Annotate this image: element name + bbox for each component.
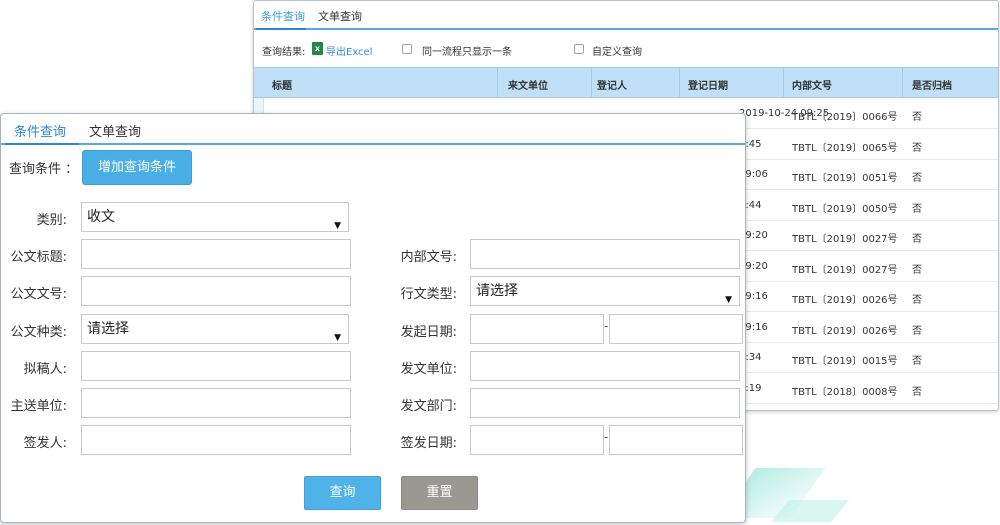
sign-date-from-input[interactable] [470, 425, 604, 455]
active-tab-indicator [256, 28, 306, 30]
cell-internal-number: TBTL〔2019〕0051号 [792, 173, 898, 184]
dropdown-arrow-icon: ▼ [334, 333, 341, 343]
header-registrar[interactable]: 登记人 [597, 77, 627, 92]
date-separator: - [604, 430, 609, 444]
date-separator: - [604, 319, 609, 333]
cell-archived: 否 [912, 295, 922, 306]
category-select[interactable]: 收文 ▼ [81, 202, 349, 232]
cell-archived: 否 [912, 234, 922, 245]
condition-label: 查询条件 ： [9, 162, 79, 177]
excel-icon[interactable]: x [312, 42, 323, 55]
sign-date-to-input[interactable] [609, 425, 743, 455]
issuing-unit-label: 发文单位: [400, 362, 457, 377]
main-recipient-label: 主送单位: [10, 399, 67, 414]
dropdown-arrow-icon: ▼ [725, 295, 732, 305]
cell-internal-number: TBTL〔2019〕0050号 [792, 203, 898, 215]
issuing-dept-label: 发文部门: [400, 399, 457, 414]
doc-type-value: 请选择 [476, 283, 518, 299]
decorative-shape [770, 500, 850, 522]
start-date-from-input[interactable] [470, 314, 604, 344]
dropdown-arrow-icon: ▼ [334, 221, 341, 231]
cell-internal-number: TBTL〔2019〕0026号 [792, 295, 898, 306]
cell-archived: 否 [912, 142, 922, 154]
search-tab-bar: 条件查询 文单查询 [1, 114, 745, 145]
cell-internal-number: TBTL〔2019〕0015号 [792, 356, 898, 367]
doc-type-select[interactable]: 请选择 ▼ [470, 276, 740, 306]
doc-kind-select[interactable]: 请选择 ▼ [81, 314, 349, 344]
category-label: 类别: [36, 213, 67, 228]
internal-number-label: 内部文号: [400, 250, 457, 265]
signer-label: 签发人: [23, 436, 67, 451]
main-recipient-input[interactable] [81, 388, 351, 418]
results-table-header: 标题 来文单位 登记人 登记日期 内部文号 是否归档 [254, 67, 998, 98]
custom-query-checkbox[interactable] [574, 44, 584, 54]
cell-internal-number: TBTL〔2019〕0026号 [792, 325, 898, 337]
category-value: 收文 [87, 209, 115, 225]
same-flow-checkbox[interactable] [402, 44, 412, 54]
doc-kind-label: 公文种类: [10, 325, 67, 340]
issuing-unit-input[interactable] [470, 351, 740, 381]
doc-title-input[interactable] [81, 239, 351, 269]
drafter-input[interactable] [81, 351, 351, 381]
column-divider [591, 68, 592, 97]
cell-internal-number: TBTL〔2019〕0066号 [792, 112, 898, 123]
doc-number-label: 公文文号: [10, 287, 67, 302]
sign-date-label: 签发日期: [400, 436, 457, 451]
header-archived[interactable]: 是否归档 [912, 77, 952, 92]
doc-number-input[interactable] [81, 276, 351, 306]
header-internal-number[interactable]: 内部文号 [792, 77, 832, 92]
tab-condition-query[interactable]: 条件查询 [261, 8, 305, 24]
column-divider [497, 68, 498, 97]
cell-archived: 否 [912, 112, 922, 123]
signer-input[interactable] [81, 425, 351, 455]
custom-query-label: 自定义查询 [592, 47, 642, 58]
add-condition-button[interactable]: 增加查询条件 [82, 150, 192, 185]
reset-button[interactable]: 重置 [401, 476, 478, 510]
search-form-window: 条件查询 文单查询 查询条件 ： 增加查询条件 类别: 收文 ▼ 公文标题: 内… [0, 113, 746, 523]
start-date-to-input[interactable] [609, 314, 743, 344]
doc-type-label: 行文类型: [400, 287, 457, 302]
cell-archived: 否 [912, 356, 922, 367]
cell-archived: 否 [912, 264, 922, 276]
internal-number-input[interactable] [470, 239, 740, 269]
results-toolbar: 查询结果: x 导出Excel 同一流程只显示一条 自定义查询 [254, 39, 998, 61]
column-divider [902, 68, 903, 97]
cell-internal-number: TBTL〔2019〕0065号 [792, 142, 898, 154]
cell-archived: 否 [912, 173, 922, 184]
cell-internal-number: TBTL〔2019〕0027号 [792, 234, 898, 245]
column-divider [679, 68, 680, 97]
header-source-unit[interactable]: 来文单位 [508, 77, 548, 92]
tab-form-query[interactable]: 文单查询 [89, 121, 141, 140]
cell-archived: 否 [912, 203, 922, 215]
cell-archived: 否 [912, 325, 922, 337]
doc-kind-value: 请选择 [87, 321, 129, 337]
doc-title-label: 公文标题: [10, 250, 67, 265]
drafter-label: 拟稿人: [23, 362, 67, 377]
export-excel-link[interactable]: 导出Excel [326, 43, 373, 58]
tab-condition-query[interactable]: 条件查询 [14, 121, 66, 140]
cell-internal-number: TBTL〔2019〕0027号 [792, 264, 898, 276]
cell-internal-number: TBTL〔2018〕0008号 [792, 386, 898, 398]
query-button[interactable]: 查询 [304, 476, 381, 510]
result-label: 查询结果: [262, 47, 306, 58]
issuing-dept-input[interactable] [470, 388, 740, 418]
header-register-date[interactable]: 登记日期 [688, 77, 728, 92]
start-date-label: 发起日期: [400, 325, 457, 340]
cell-archived: 否 [912, 386, 922, 398]
results-tab-bar: 条件查询 文单查询 [254, 1, 998, 30]
tab-form-query[interactable]: 文单查询 [318, 8, 362, 24]
column-divider [783, 68, 784, 97]
header-title[interactable]: 标题 [272, 77, 292, 92]
same-flow-label: 同一流程只显示一条 [422, 47, 512, 58]
